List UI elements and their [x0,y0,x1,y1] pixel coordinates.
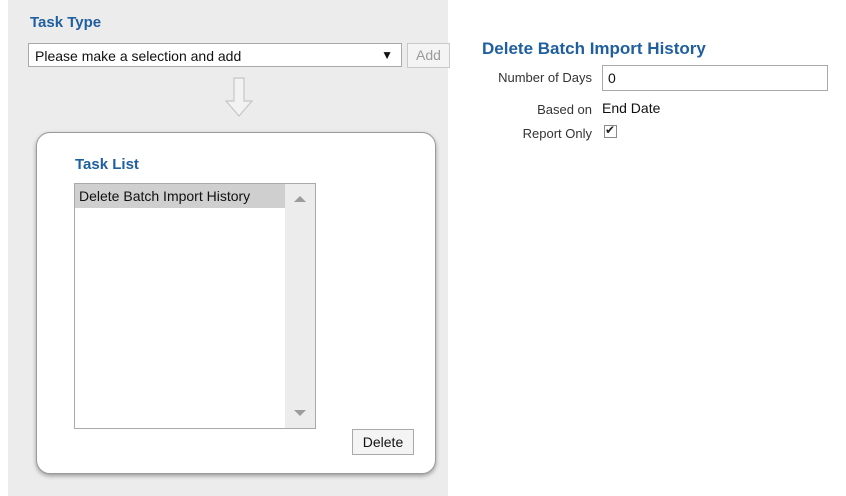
list-item[interactable]: Delete Batch Import History [75,184,285,208]
report-only-label: Report Only [522,126,592,141]
scroll-down-icon[interactable] [294,410,306,416]
dropdown-arrow-icon: ▼ [381,48,393,62]
listbox-scrollbar[interactable] [285,184,315,428]
based-on-label: Based on [537,102,592,117]
scroll-up-icon[interactable] [294,196,306,202]
task-type-select[interactable]: Please make a selection and add ▼ [28,43,402,67]
down-arrow-icon [225,77,253,117]
task-list-panel: Task List Delete Batch Import History De… [36,132,436,474]
task-list-title: Task List [75,156,139,173]
left-panel: Task Type Please make a selection and ad… [8,0,450,496]
details-panel: Delete Batch Import History Number of Da… [454,8,846,484]
number-of-days-label: Number of Days [498,70,592,85]
details-title: Delete Batch Import History [482,39,706,58]
checkmark-icon: ✔ [605,123,616,137]
task-type-title: Task Type [30,14,102,31]
based-on-value: End Date [602,100,661,116]
add-button[interactable]: Add [407,43,450,68]
number-of-days-input[interactable]: 0 [602,65,828,91]
report-only-checkbox[interactable]: ✔ [604,123,617,138]
task-type-select-value: Please make a selection and add [35,48,242,64]
task-listbox[interactable]: Delete Batch Import History [74,183,316,429]
delete-button[interactable]: Delete [352,429,414,455]
